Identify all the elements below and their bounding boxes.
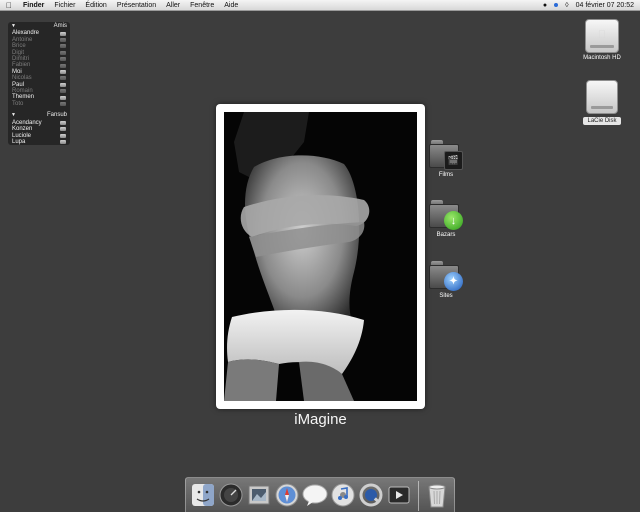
dashboard-icon <box>219 483 243 507</box>
dock-item-preview[interactable] <box>246 482 272 508</box>
safari-compass-icon <box>275 483 299 507</box>
preview-icon <box>248 485 270 505</box>
dock <box>185 477 455 512</box>
buddy-status-icon <box>60 31 66 36</box>
desktop-folder-bazars[interactable]: ↓ Bazars <box>424 200 468 238</box>
buddy-name: Lupa <box>12 138 26 145</box>
buddy-status-icon <box>60 44 66 49</box>
external-drive-icon[interactable] <box>586 80 618 114</box>
hard-drive-icon[interactable]:  <box>585 19 619 53</box>
dock-item-trash[interactable] <box>424 482 450 508</box>
buddy-name: Toto <box>12 100 24 107</box>
folder-icon[interactable]: ↓ <box>429 200 463 230</box>
photo-title: iMagine <box>294 411 347 428</box>
folder-icon[interactable]: ✦ <box>429 261 463 291</box>
buddy-row[interactable]: Lupa <box>8 139 70 145</box>
buddy-status-icon <box>60 140 66 145</box>
menu-aide[interactable]: Aide <box>219 2 243 9</box>
photo-image <box>224 112 417 401</box>
buddy-group-header-amis[interactable]: ▼ Amis <box>8 22 70 30</box>
desktop-folder-sites[interactable]: ✦ Sites <box>424 261 468 299</box>
clapperboard-icon: 🎬 <box>444 151 463 170</box>
quicktime-icon <box>359 483 383 507</box>
buddy-status-icon <box>60 120 66 125</box>
buddy-status-icon <box>60 89 66 94</box>
play-icon <box>388 486 410 504</box>
disclosure-triangle-icon[interactable]: ▼ <box>11 112 16 118</box>
dock-item-frontrow[interactable] <box>386 482 412 508</box>
menu-clock[interactable]: 04 février 07 20:52 <box>576 2 634 9</box>
folder-icon[interactable]: 🎬 <box>429 140 463 170</box>
desktop-icon-label: Sites <box>439 293 453 299</box>
chat-bubble-icon <box>302 484 328 506</box>
dock-item-ichat[interactable] <box>302 482 328 508</box>
menu-extras: ● ◊ 04 février 07 20:52 <box>536 2 640 9</box>
dock-separator <box>418 481 419 511</box>
buddy-status-icon <box>60 133 66 138</box>
desktop-icon-label: Bazars <box>436 232 456 238</box>
buddy-status-icon <box>60 70 66 75</box>
photo-illustration <box>224 112 417 401</box>
buddy-status-icon <box>60 127 66 132</box>
globe-icon: ✦ <box>444 272 463 291</box>
trash-icon <box>428 484 446 508</box>
dock-item-itunes[interactable] <box>330 482 356 508</box>
buddy-status-icon <box>60 102 66 107</box>
menu-fichier[interactable]: Fichier <box>49 2 80 9</box>
menu-edition[interactable]: Édition <box>80 2 111 9</box>
desktop-icon-label-selected: LaCie Disk <box>583 117 621 125</box>
buddy-status-icon <box>60 82 66 87</box>
buddy-status-icon <box>60 76 66 81</box>
disclosure-triangle-icon[interactable]: ▼ <box>11 23 16 29</box>
itunes-cd-icon <box>331 483 355 507</box>
desktop-icon-label: Films <box>438 172 454 178</box>
bluetooth-icon[interactable]: ● <box>543 2 547 9</box>
buddy-status-icon <box>60 38 66 43</box>
menu-presentation[interactable]: Présentation <box>112 2 161 9</box>
finder-icon <box>192 484 214 506</box>
desktop-icon-label: Macintosh HD <box>583 55 621 61</box>
dock-item-dashboard[interactable] <box>218 482 244 508</box>
desktop-folder-films[interactable]: 🎬 Films <box>424 140 468 178</box>
buddy-status-icon <box>60 57 66 62</box>
volume-icon[interactable]: ◊ <box>565 2 568 9</box>
desktop-icon-macintosh-hd[interactable]:  Macintosh HD <box>578 19 626 61</box>
dock-item-finder[interactable] <box>190 482 216 508</box>
buddy-list-widget: ▼ Amis Alexandre Antoine Brice Digit Dimitri… <box>8 22 70 146</box>
buddy-group-fansub: Acendancy Konzen Luciole Lupa <box>8 120 70 146</box>
menu-fenetre[interactable]: Fenêtre <box>185 2 219 9</box>
menu-aller[interactable]: Aller <box>161 2 185 9</box>
dock-item-safari[interactable] <box>274 482 300 508</box>
desktop-icon-lacie-disk[interactable]: LaCie Disk <box>578 80 626 125</box>
buddy-group-name: Fansub <box>46 112 67 119</box>
buddy-status-icon <box>60 50 66 55</box>
download-arrow-icon: ↓ <box>444 211 463 230</box>
apple-menu-icon[interactable]:  <box>0 1 18 10</box>
photo-frame-widget[interactable] <box>216 104 425 409</box>
buddy-group-amis: Alexandre Antoine Brice Digit Dimitri Fabien M… <box>8 30 70 107</box>
menu-bar:  Finder Fichier Édition Présentation Al… <box>0 0 640 11</box>
menu-finder[interactable]: Finder <box>18 2 49 9</box>
dock-item-quicktime[interactable] <box>358 482 384 508</box>
buddy-status-icon <box>60 95 66 100</box>
buddy-status-icon <box>60 63 66 68</box>
buddy-group-name: Amis <box>53 23 67 29</box>
buddy-group-header-fansub[interactable]: ▼ Fansub <box>8 111 70 119</box>
spotlight-status-icon[interactable] <box>554 3 559 7</box>
